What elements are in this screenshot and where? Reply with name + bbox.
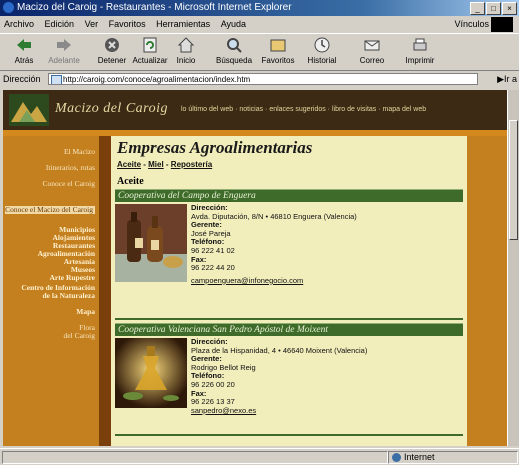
category-links: Aceite - Miel - Repostería bbox=[117, 160, 213, 169]
search-icon bbox=[227, 38, 242, 53]
page-viewport: Macizo del Caroig lo último del web · no… bbox=[3, 90, 508, 446]
menu-ver[interactable]: Ver bbox=[85, 19, 99, 29]
title-bar: Macizo del Caroig - Restaurantes - Micro… bbox=[0, 0, 519, 16]
separator bbox=[115, 434, 463, 436]
link-reposteria[interactable]: Repostería bbox=[171, 160, 212, 169]
sidebar: El Macizo Itinerarios, rutas Conoce el C… bbox=[3, 136, 99, 446]
forward-arrow-icon bbox=[57, 39, 71, 51]
company-details: Dirección: Plaza de la Hispanidad, 4 • 4… bbox=[191, 337, 461, 416]
ie-icon bbox=[3, 2, 14, 13]
address-label: Dirección bbox=[3, 74, 41, 84]
company-email-link[interactable]: sanpedro@nexo.es bbox=[191, 406, 461, 416]
window-controls: _ □ × bbox=[470, 2, 517, 15]
browser-window: Macizo del Caroig - Restaurantes - Micro… bbox=[0, 0, 519, 465]
separator bbox=[115, 318, 463, 320]
go-button[interactable]: ▶Ir a bbox=[497, 71, 517, 88]
links-menu[interactable]: Vínculos bbox=[454, 17, 489, 32]
olive-oil-bottles-photo bbox=[115, 204, 187, 282]
menu-ayuda[interactable]: Ayuda bbox=[221, 19, 246, 29]
sidebar-item-conoce-macizo[interactable]: Conoce el Macizo del Caroig bbox=[5, 206, 95, 214]
mail-button[interactable]: Correo bbox=[350, 36, 394, 65]
window-title: Macizo del Caroig - Restaurantes - Micro… bbox=[17, 2, 292, 13]
menu-favoritos[interactable]: Favoritos bbox=[109, 19, 146, 29]
home-button[interactable]: Inicio bbox=[164, 36, 208, 65]
minimize-button[interactable]: _ bbox=[470, 2, 485, 15]
sidebar-item-arte-rupestre[interactable]: Arte Rupestre bbox=[5, 274, 95, 282]
sidebar-item-centro-info[interactable]: Centro de Información de la Naturaleza bbox=[15, 284, 95, 300]
search-button[interactable]: Búsqueda bbox=[212, 36, 256, 65]
company-address: Plaza de la Hispanidad, 4 • 46640 Moixen… bbox=[191, 345, 368, 355]
company-details: Dirección: Avda. Diputación, 8/N • 46810… bbox=[191, 203, 461, 286]
company-name-bar: Cooperativa del Campo de Enguera bbox=[115, 189, 463, 202]
stop-icon bbox=[105, 38, 119, 52]
section-heading: Aceite bbox=[117, 176, 144, 187]
sidebar-item-caroig[interactable]: del Caroig bbox=[5, 332, 95, 340]
maximize-button[interactable]: □ bbox=[486, 2, 501, 15]
history-button[interactable]: Historial bbox=[300, 36, 344, 65]
address-input[interactable]: http://caroig.com/conoce/agroalimentacio… bbox=[48, 73, 478, 85]
address-bar: Dirección http://caroig.com/conoce/agroa… bbox=[0, 71, 519, 88]
forward-button[interactable]: Adelante bbox=[42, 36, 86, 65]
toolbar: Atrás Adelante Detener Actualizar Inicio… bbox=[0, 33, 519, 71]
link-aceite[interactable]: Aceite bbox=[117, 160, 141, 169]
company-manager: Rodrigo Bellot Reig bbox=[191, 362, 256, 372]
olive-oil-carafe-photo bbox=[115, 338, 187, 408]
right-decorative-band bbox=[467, 136, 508, 446]
main-content: Empresas Agroalimentarias Aceite - Miel … bbox=[111, 136, 467, 446]
favorites-icon bbox=[270, 39, 286, 52]
company-address: Avda. Diputación, 8/N • 46810 Enguera (V… bbox=[191, 211, 357, 221]
status-bar: Internet bbox=[0, 448, 519, 465]
history-icon bbox=[314, 37, 330, 53]
windows-logo-icon bbox=[491, 17, 513, 32]
site-header: Macizo del Caroig lo último del web · no… bbox=[3, 90, 508, 130]
favorites-button[interactable]: Favoritos bbox=[256, 36, 300, 65]
sidebar-divider bbox=[99, 136, 111, 446]
sidebar-item-macizo[interactable]: El Macizo bbox=[5, 148, 95, 156]
refresh-icon bbox=[143, 37, 157, 53]
back-arrow-icon bbox=[17, 39, 31, 51]
globe-icon bbox=[392, 453, 401, 463]
top-nav-links[interactable]: lo último del web · noticias · enlaces s… bbox=[181, 106, 426, 113]
company-manager: José Pareja bbox=[191, 228, 231, 238]
company-fax: 96 222 44 20 bbox=[191, 263, 235, 273]
link-miel[interactable]: Miel bbox=[148, 160, 164, 169]
menu-bar: Archivo Edición Ver Favoritos Herramient… bbox=[0, 17, 519, 32]
vertical-scrollbar[interactable] bbox=[507, 90, 519, 446]
sidebar-item-mapa[interactable]: Mapa bbox=[5, 308, 95, 316]
menu-archivo[interactable]: Archivo bbox=[4, 19, 34, 29]
sidebar-item-conoce[interactable]: Conoce el Caroig bbox=[5, 180, 96, 188]
page-icon bbox=[51, 75, 62, 84]
internet-zone: Internet bbox=[392, 449, 435, 465]
company-name-bar: Cooperativa Valenciana San Pedro Apóstol… bbox=[115, 323, 463, 336]
company-phone: 96 226 00 20 bbox=[191, 379, 235, 389]
company-email-link[interactable]: campoenguera@infonegocio.com bbox=[191, 276, 461, 286]
page-title: Empresas Agroalimentarias bbox=[117, 138, 313, 157]
site-name: Macizo del Caroig bbox=[55, 101, 168, 116]
printer-icon bbox=[413, 38, 427, 51]
print-button[interactable]: Imprimir bbox=[398, 36, 442, 65]
close-button[interactable]: × bbox=[502, 2, 517, 15]
scrollbar-thumb[interactable] bbox=[509, 120, 518, 240]
menu-herramientas[interactable]: Herramientas bbox=[156, 19, 210, 29]
address-url: http://caroig.com/conoce/agroalimentacio… bbox=[63, 75, 251, 84]
home-icon bbox=[177, 37, 195, 53]
menu-edicion[interactable]: Edición bbox=[45, 19, 75, 29]
back-button[interactable]: Atrás bbox=[2, 36, 46, 65]
mountain-logo-icon bbox=[9, 94, 49, 126]
mail-icon bbox=[364, 40, 380, 51]
company-phone: 96 222 41 02 bbox=[191, 245, 235, 255]
sidebar-item-itinerarios[interactable]: Itinerarios, rutas bbox=[5, 164, 95, 172]
status-text-area bbox=[2, 451, 388, 464]
